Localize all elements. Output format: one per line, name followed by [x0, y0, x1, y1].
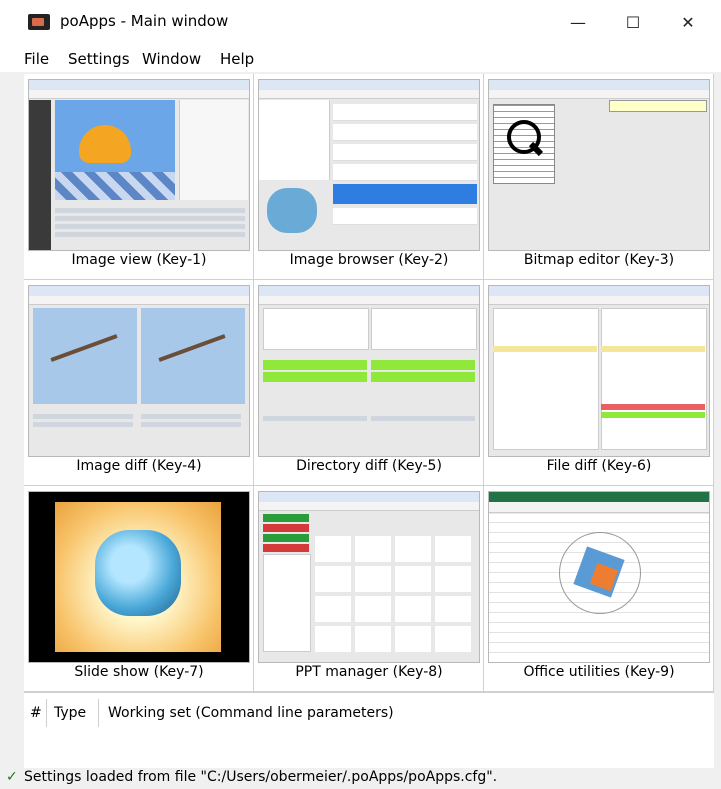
- thumbnail-slide-show: [28, 491, 250, 663]
- tile-directory-diff[interactable]: Directory diff (Key-5): [254, 280, 484, 486]
- tile-image-browser[interactable]: Image browser (Key-2): [254, 74, 484, 280]
- thumbnail-file-diff: [488, 285, 710, 457]
- menu-settings[interactable]: Settings: [68, 50, 130, 68]
- thumbnail-bitmap-editor: [488, 79, 710, 251]
- tile-label: Image view (Key-1): [71, 252, 207, 268]
- menu-bar: File Settings Window Help: [0, 44, 721, 72]
- check-icon: ✓: [6, 769, 18, 785]
- status-bar: ✓ Settings loaded from file "C:/Users/ob…: [0, 768, 721, 789]
- title-bar: poApps - Main window — ☐ ✕: [0, 0, 721, 44]
- app-icon: [28, 14, 50, 30]
- tile-bitmap-editor[interactable]: Bitmap editor (Key-3): [484, 74, 714, 280]
- tile-file-diff[interactable]: File diff (Key-6): [484, 280, 714, 486]
- column-separator[interactable]: [98, 699, 99, 727]
- tile-label: Slide show (Key-7): [74, 664, 204, 680]
- tile-ppt-manager[interactable]: PPT manager (Key-8): [254, 486, 484, 692]
- tile-image-view[interactable]: Image view (Key-1): [24, 74, 254, 280]
- tile-image-diff[interactable]: Image diff (Key-4): [24, 280, 254, 486]
- app-launcher-grid: Image view (Key-1) Image browser (Key-2)…: [24, 74, 714, 692]
- menu-help[interactable]: Help: [220, 50, 254, 68]
- working-set-table[interactable]: # Type Working set (Command line paramet…: [24, 692, 714, 769]
- thumbnail-image-diff: [28, 285, 250, 457]
- thumbnail-image-browser: [258, 79, 480, 251]
- tile-label: PPT manager (Key-8): [295, 664, 443, 680]
- tile-label: Image diff (Key-4): [76, 458, 202, 474]
- thumbnail-image-view: [28, 79, 250, 251]
- menu-window[interactable]: Window: [142, 50, 201, 68]
- minimize-button[interactable]: —: [555, 10, 601, 36]
- column-header-working-set[interactable]: Working set (Command line parameters): [108, 705, 394, 721]
- tile-label: File diff (Key-6): [546, 458, 652, 474]
- tile-label: Office utilities (Key-9): [523, 664, 675, 680]
- close-button[interactable]: ✕: [665, 10, 711, 36]
- window-title: poApps - Main window: [60, 12, 229, 30]
- column-header-number[interactable]: #: [30, 705, 42, 721]
- tile-slide-show[interactable]: Slide show (Key-7): [24, 486, 254, 692]
- menu-file[interactable]: File: [24, 50, 49, 68]
- status-message: Settings loaded from file "C:/Users/ober…: [24, 769, 498, 785]
- thumbnail-office-utilities: [488, 491, 710, 663]
- thumbnail-ppt-manager: [258, 491, 480, 663]
- column-separator[interactable]: [46, 699, 47, 727]
- thumbnail-directory-diff: [258, 285, 480, 457]
- column-header-type[interactable]: Type: [54, 705, 86, 721]
- maximize-button[interactable]: ☐: [610, 10, 656, 36]
- tile-label: Directory diff (Key-5): [296, 458, 442, 474]
- tile-label: Image browser (Key-2): [289, 252, 449, 268]
- tile-label: Bitmap editor (Key-3): [523, 252, 675, 268]
- tile-office-utilities[interactable]: Office utilities (Key-9): [484, 486, 714, 692]
